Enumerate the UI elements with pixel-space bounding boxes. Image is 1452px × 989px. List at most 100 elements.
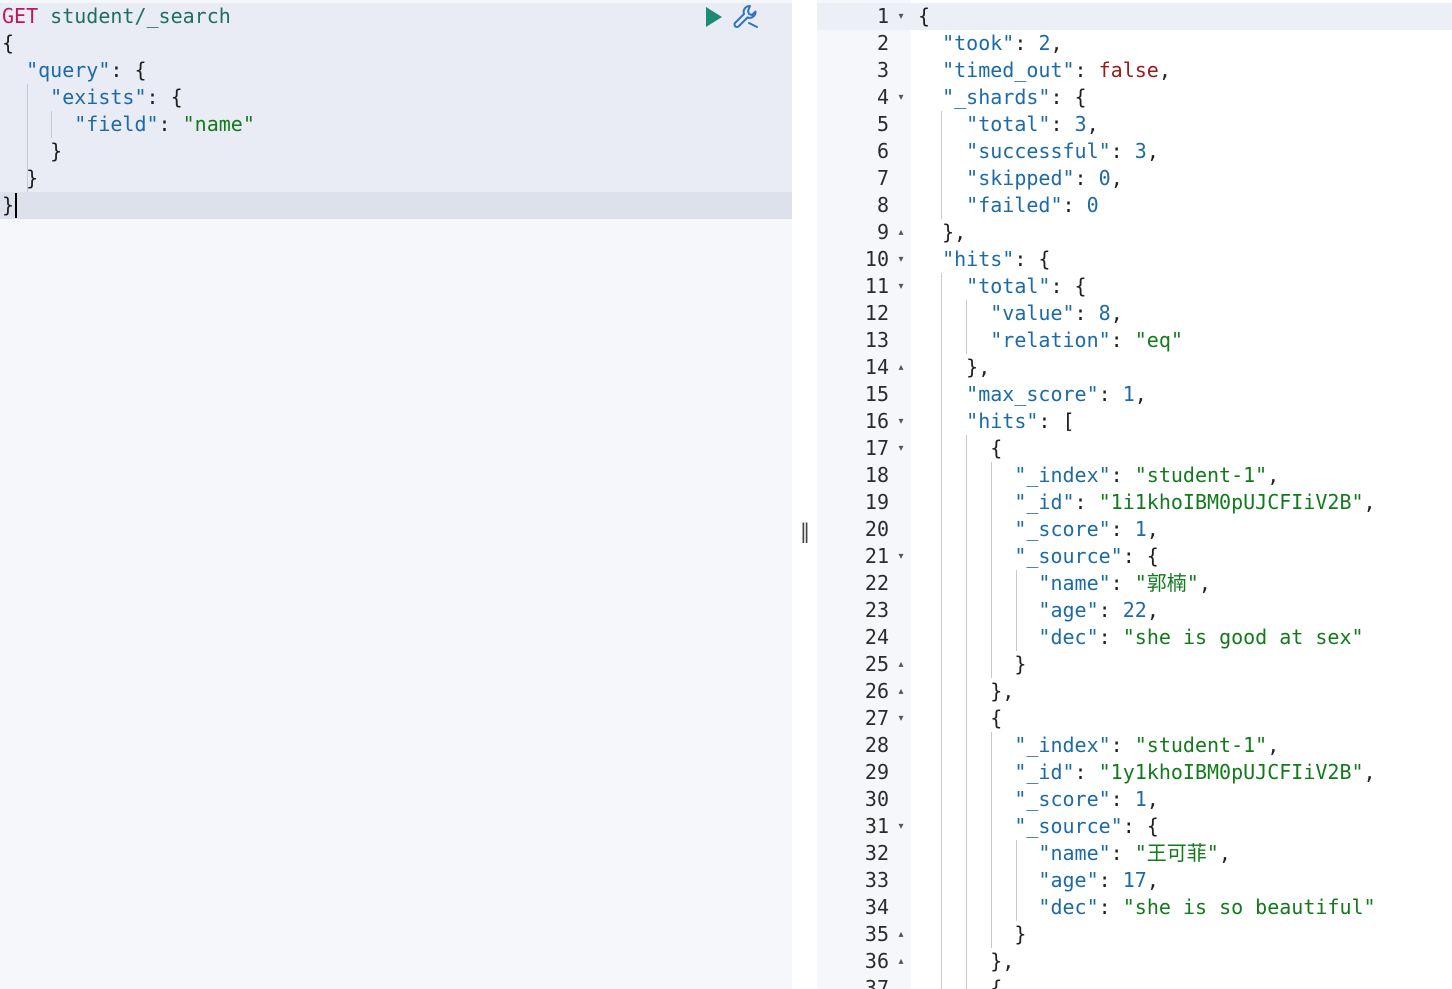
response-line: "successful": 3, xyxy=(966,139,1159,163)
line-number: 36 xyxy=(864,949,889,973)
index-key: "_index" xyxy=(1014,733,1111,757)
fold-toggle-icon[interactable]: ▴ xyxy=(895,354,907,381)
response-line: }, xyxy=(918,679,1015,703)
request-path: student/_search xyxy=(50,4,231,28)
response-line: { xyxy=(918,4,931,28)
fold-toggle-icon[interactable]: ▴ xyxy=(895,921,907,948)
query-key: "query" xyxy=(26,58,111,82)
line-number: 15 xyxy=(864,382,889,406)
fold-toggle-icon[interactable]: ▴ xyxy=(895,219,907,246)
fold-toggle-icon[interactable]: ▾ xyxy=(895,246,907,273)
line-number: 18 xyxy=(864,463,889,487)
request-editor[interactable]: GET student/_search { "query": { "exists… xyxy=(0,0,792,989)
line-number: 24 xyxy=(864,625,889,649)
hits-total-key: "total" xyxy=(966,274,1051,298)
request-line-2[interactable]: { xyxy=(2,30,14,57)
took-value: 2 xyxy=(1038,31,1051,55)
request-line-8[interactable]: } xyxy=(2,192,14,219)
source-key: "_source" xyxy=(1014,814,1123,838)
hit-index-value: "student-1" xyxy=(1134,463,1268,487)
line-number: 37 xyxy=(864,976,889,989)
shards-total-key: "total" xyxy=(966,112,1051,136)
response-line: } xyxy=(918,652,1027,676)
response-line: "relation": "eq" xyxy=(990,328,1183,352)
line-number: 7 xyxy=(876,166,889,190)
hit-dec-value: "she is good at sex" xyxy=(1122,625,1364,649)
resizer-grip-icon: ‖ xyxy=(800,519,810,543)
fold-toggle-icon[interactable]: ▾ xyxy=(895,3,907,30)
line-number: 21 xyxy=(864,544,889,568)
response-viewer[interactable]: { "took": 2, "timed_out": false, "_shard… xyxy=(817,0,1452,989)
request-line-5[interactable]: "field": "name" xyxy=(2,111,255,138)
line-number: 5 xyxy=(876,112,889,136)
wrench-icon xyxy=(733,5,758,28)
request-line-6[interactable]: } xyxy=(2,138,62,165)
request-line-1[interactable]: GET student/_search xyxy=(2,3,231,30)
source-key: "_source" xyxy=(1014,544,1123,568)
fold-toggle-icon[interactable]: ▾ xyxy=(895,273,907,300)
response-line: "name": "王可菲", xyxy=(1038,841,1231,865)
response-line: "_score": 1, xyxy=(1014,517,1159,541)
response-line: "value": 8, xyxy=(990,301,1123,325)
fold-toggle-icon[interactable]: ▴ xyxy=(895,948,907,975)
took-key: "took" xyxy=(942,31,1015,55)
hit-age-value: 17 xyxy=(1122,868,1147,892)
response-line: "dec": "she is good at sex" xyxy=(1038,625,1364,649)
line-number: 22 xyxy=(864,571,889,595)
line-number: 25 xyxy=(864,652,889,676)
timed-out-value: false xyxy=(1098,58,1159,82)
score-key: "_score" xyxy=(1014,517,1111,541)
hit-score-value: 1 xyxy=(1134,787,1147,811)
fold-toggle-icon[interactable]: ▾ xyxy=(895,705,907,732)
http-method: GET xyxy=(2,4,39,28)
request-line-7[interactable]: } xyxy=(2,165,38,192)
indent-guide xyxy=(27,84,28,192)
response-line: "skipped": 0, xyxy=(966,166,1123,190)
fold-toggle-icon[interactable]: ▾ xyxy=(895,813,907,840)
fold-toggle-icon[interactable]: ▾ xyxy=(895,84,907,111)
response-line: } xyxy=(918,922,1027,946)
response-line: "dec": "she is so beautiful" xyxy=(1038,895,1376,919)
fold-toggle-icon[interactable]: ▴ xyxy=(895,678,907,705)
active-line-highlight xyxy=(817,3,1452,30)
hit-score-value: 1 xyxy=(1134,517,1147,541)
fold-toggle-icon[interactable]: ▾ xyxy=(895,408,907,435)
fold-toggle-icon[interactable]: ▾ xyxy=(895,543,907,570)
fold-toggle-icon[interactable]: ▴ xyxy=(895,651,907,678)
relation-key: "relation" xyxy=(990,328,1111,352)
line-number: 12 xyxy=(864,301,889,325)
fold-toggle-icon[interactable]: ▾ xyxy=(895,435,907,462)
play-icon xyxy=(706,7,722,27)
line-number: 27 xyxy=(864,706,889,730)
request-settings-button[interactable] xyxy=(731,2,761,32)
request-line-3[interactable]: "query": { xyxy=(2,57,146,84)
response-line: "took": 2, xyxy=(942,31,1063,55)
shards-failed-value: 0 xyxy=(1086,193,1099,217)
line-number: 35 xyxy=(864,922,889,946)
line-number: 34 xyxy=(864,895,889,919)
line-number: 10 xyxy=(864,247,889,271)
run-request-button[interactable] xyxy=(701,4,727,30)
pane-resizer[interactable]: ‖ xyxy=(792,0,817,989)
response-line: "hits": [ xyxy=(966,409,1075,433)
response-line: "_score": 1, xyxy=(1014,787,1159,811)
name-key: "name" xyxy=(1038,571,1111,595)
response-line: }, xyxy=(918,949,1015,973)
line-number: 9 xyxy=(876,220,889,244)
response-line: { xyxy=(918,706,1003,730)
line-number: 28 xyxy=(864,733,889,757)
age-key: "age" xyxy=(1038,868,1099,892)
line-number: 31 xyxy=(864,814,889,838)
response-line: "_index": "student-1", xyxy=(1014,733,1280,757)
response-line: "max_score": 1, xyxy=(966,382,1147,406)
indent-guide xyxy=(51,111,52,138)
response-line: "age": 22, xyxy=(1038,598,1159,622)
active-line-highlight xyxy=(0,192,792,219)
name-key: "name" xyxy=(1038,841,1111,865)
response-line: "total": { xyxy=(966,274,1087,298)
line-number: 33 xyxy=(864,868,889,892)
hits-key: "hits" xyxy=(942,247,1015,271)
response-line: "age": 17, xyxy=(1038,868,1159,892)
request-line-4[interactable]: "exists": { xyxy=(2,84,182,111)
line-number: 32 xyxy=(864,841,889,865)
